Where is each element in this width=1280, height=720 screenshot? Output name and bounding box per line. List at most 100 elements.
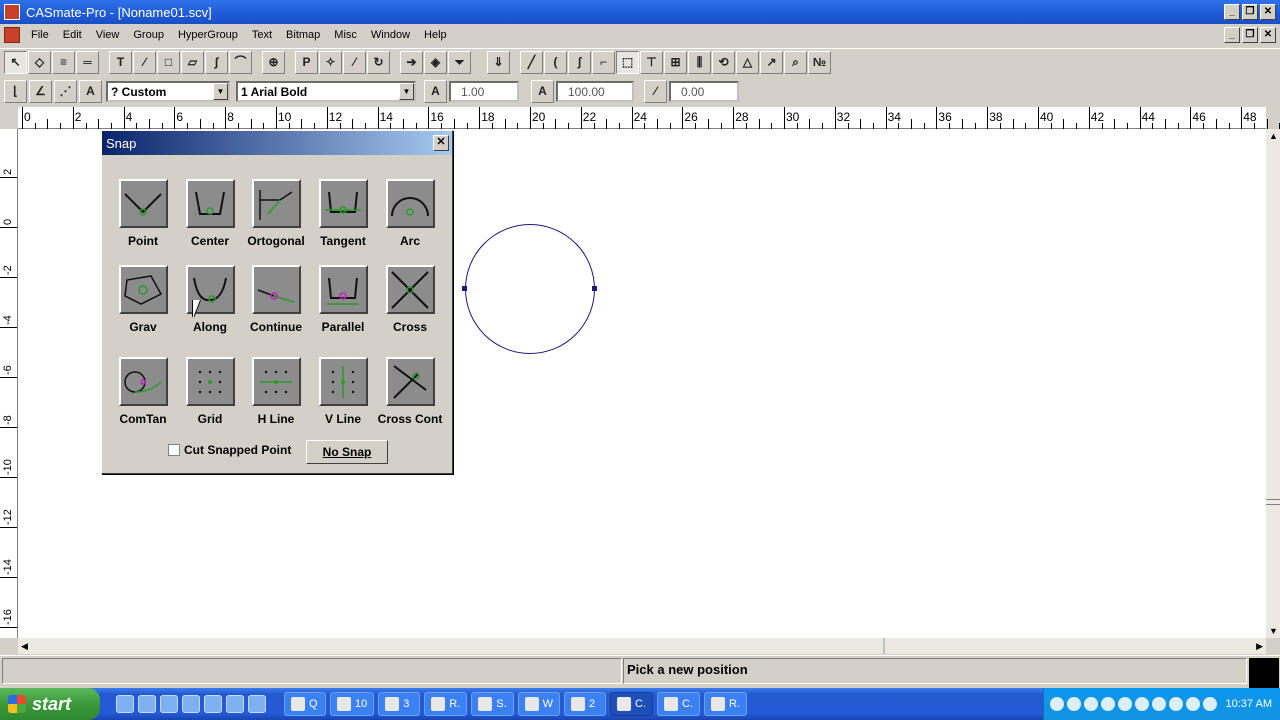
document-icon[interactable] <box>4 27 20 43</box>
select-nodes-icon[interactable]: ⬚ <box>616 51 639 74</box>
ie-icon[interactable] <box>116 695 134 713</box>
tray-icon[interactable] <box>1083 697 1098 711</box>
minimize-button[interactable]: _ <box>1224 4 1240 20</box>
line-tool-icon[interactable]: ⁄ <box>343 51 366 74</box>
taskbar-item-word2[interactable]: W <box>517 692 561 716</box>
knife-icon[interactable]: ⇓ <box>487 51 510 74</box>
snap-point-button[interactable]: Point <box>107 179 179 248</box>
horizontal-scrollbar[interactable]: ◀ ▶ <box>18 638 1266 654</box>
circle-node-left[interactable] <box>462 286 467 291</box>
weld-icon[interactable]: ≡ <box>52 51 75 74</box>
ie2-icon[interactable] <box>138 695 156 713</box>
snap-along-button[interactable]: Along <box>174 265 246 334</box>
menu-bitmap[interactable]: Bitmap <box>279 29 327 41</box>
menu-view[interactable]: View <box>89 29 127 41</box>
magnifier-icon[interactable]: ⌕ <box>784 51 807 74</box>
snap-parallel-button[interactable]: Parallel <box>307 265 379 334</box>
taskbar-item-folders[interactable]: 10 <box>330 692 375 716</box>
pen-icon[interactable]: ∕ <box>133 51 156 74</box>
text-width-icon[interactable]: A <box>531 80 554 103</box>
snap-tangent-button[interactable]: Tangent <box>307 179 379 248</box>
word-icon[interactable] <box>182 695 200 713</box>
taskbar-item-word[interactable]: R. <box>424 692 468 716</box>
tray-icon[interactable] <box>1202 697 1217 711</box>
doc-minimize-button[interactable]: _ <box>1224 27 1240 43</box>
break-icon[interactable]: ═ <box>76 51 99 74</box>
snap-hline-button[interactable]: H Line <box>240 357 312 426</box>
explorer-icon[interactable] <box>204 695 222 713</box>
menu-group[interactable]: Group <box>126 29 171 41</box>
tray-icon[interactable] <box>1066 697 1081 711</box>
scroll-down-icon[interactable]: ▼ <box>1269 626 1278 636</box>
text-fit-icon[interactable]: A <box>79 80 102 103</box>
snap-grav-button[interactable]: Grav <box>107 265 179 334</box>
chevron-down-icon[interactable]: ▼ <box>399 83 414 100</box>
snap-ortogonal-button[interactable]: Ortogonal <box>240 179 312 248</box>
tray-icon[interactable] <box>1049 697 1064 711</box>
snap-dialog-titlebar[interactable]: Snap ✕ <box>102 131 452 155</box>
polygon-icon[interactable]: ▱ <box>181 51 204 74</box>
taskbar-item-skype[interactable]: S. <box>471 692 514 716</box>
bezier-icon[interactable]: ʃ <box>568 51 591 74</box>
snap-continue-button[interactable]: Continue <box>240 265 312 334</box>
horizontal-scroll-thumb[interactable] <box>883 638 885 654</box>
cut-snapped-point-option[interactable]: Cut Snapped Point <box>168 443 291 457</box>
menu-text[interactable]: Text <box>245 29 279 41</box>
corner-icon[interactable]: ⌐ <box>592 51 615 74</box>
arc-icon[interactable]: ( <box>544 51 567 74</box>
zoom-icon[interactable]: ⊕ <box>262 51 285 74</box>
p-tool-icon[interactable]: P <box>295 51 318 74</box>
angle-snap-icon[interactable]: ∠ <box>29 80 52 103</box>
drawn-circle[interactable] <box>465 224 595 354</box>
snap-cross-button[interactable]: Cross <box>374 265 446 334</box>
snap-center-button[interactable]: Center <box>174 179 246 248</box>
media-icon[interactable] <box>226 695 244 713</box>
layers-icon[interactable]: ◈ <box>424 51 447 74</box>
tray-icon[interactable] <box>1168 697 1183 711</box>
arrow-pointer-icon[interactable]: ↖ <box>4 51 27 74</box>
taskbar-item-casmate[interactable]: C. <box>610 692 654 716</box>
snap-arc-button[interactable]: Arc <box>374 179 446 248</box>
rectangle-icon[interactable]: □ <box>157 51 180 74</box>
tray-icon[interactable] <box>1134 697 1149 711</box>
text-slant-icon[interactable]: ⁄ <box>644 80 667 103</box>
font-combo[interactable]: 1 Arial Bold ▼ <box>236 81 416 102</box>
doc-close-button[interactable]: ✕ <box>1260 27 1276 43</box>
close-button[interactable]: ✕ <box>1260 4 1276 20</box>
scroll-right-icon[interactable]: ▶ <box>1256 641 1263 652</box>
corner-snap-icon[interactable]: ⌊ <box>4 80 27 103</box>
mirror-icon[interactable]: △ <box>736 51 759 74</box>
arc-tool-icon[interactable]: ⌒ <box>229 51 252 74</box>
vertical-scroll-thumb[interactable] <box>1266 499 1280 505</box>
tray-icon[interactable] <box>1151 697 1166 711</box>
tray-icon[interactable] <box>1100 697 1115 711</box>
taskbar-item-cad[interactable]: C. <box>657 692 701 716</box>
style-combo[interactable]: ? Custom ▼ <box>106 81 230 102</box>
taskbar-item-ie[interactable]: Q <box>284 692 326 716</box>
menu-file[interactable]: File <box>24 29 56 41</box>
casmate-app-icon[interactable] <box>4 4 20 20</box>
node-edit-icon[interactable]: ◇ <box>28 51 51 74</box>
clock[interactable]: 10:37 AM <box>1226 698 1272 710</box>
menu-help[interactable]: Help <box>417 29 454 41</box>
rotate-box-icon[interactable]: ⟲ <box>712 51 735 74</box>
rotate-icon[interactable]: ↻ <box>367 51 390 74</box>
taskbar-item-casmate-group[interactable]: 2 <box>564 692 607 716</box>
app-icon[interactable] <box>248 695 266 713</box>
text-width-field[interactable]: 100.00 <box>556 81 634 102</box>
no-snap-button[interactable]: No Snap <box>306 440 388 464</box>
start-button[interactable]: start <box>0 688 100 720</box>
text-slant-field[interactable]: 0.00 <box>669 81 739 102</box>
maximize-button[interactable]: ❐ <box>1242 4 1258 20</box>
curve-icon[interactable]: ∫ <box>205 51 228 74</box>
path-snap-icon[interactable]: ⋰ <box>54 80 77 103</box>
snap-crosscont-button[interactable]: Cross Cont <box>374 357 446 426</box>
vertical-scrollbar[interactable]: ▲ ▼ <box>1266 129 1280 638</box>
menu-window[interactable]: Window <box>364 29 417 41</box>
funnel-icon[interactable]: ⏷ <box>448 51 471 74</box>
distribute-icon[interactable]: ⫼ <box>688 51 711 74</box>
tray-icon[interactable] <box>1185 697 1200 711</box>
menu-misc[interactable]: Misc <box>327 29 364 41</box>
snap-vline-button[interactable]: V Line <box>307 357 379 426</box>
arrow-up-icon[interactable]: ↗ <box>760 51 783 74</box>
